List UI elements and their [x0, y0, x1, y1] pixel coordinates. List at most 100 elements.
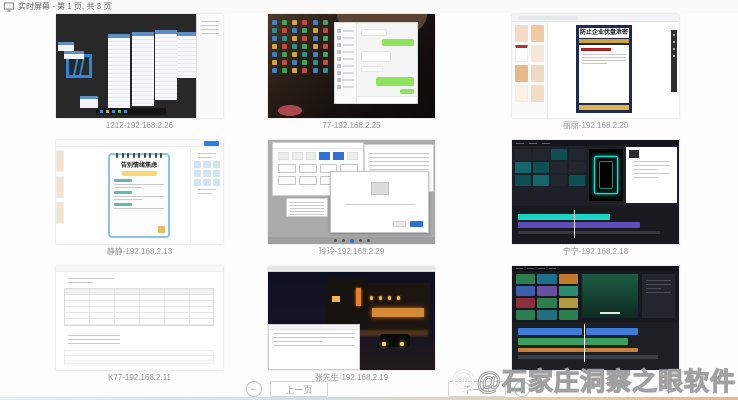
- screen-cell-3: 防止企业优盘泄密 丽丽-192.168.2.20: [512, 14, 679, 131]
- chat-pane: [357, 23, 417, 103]
- screen-caption: [512, 373, 679, 383]
- yellow-highlight: [122, 171, 157, 176]
- prev-page-arrow[interactable]: ←: [246, 381, 262, 397]
- poster-footer: [579, 105, 629, 110]
- document-toolbar: [56, 266, 223, 272]
- next-page-arrow[interactable]: →: [514, 381, 530, 397]
- note-section: [114, 179, 164, 188]
- screen-caption: 静静-192.168.2.13: [56, 247, 223, 257]
- timeline-clip: [586, 328, 638, 335]
- screen-cell-2: 77-192.168.2.25: [268, 14, 435, 131]
- screen-thumbnail-4[interactable]: 告别情绪焦虑: [56, 140, 223, 244]
- lit-shopfront: [372, 308, 424, 317]
- media-grid: [516, 274, 578, 318]
- timeline: [512, 206, 679, 244]
- screen-caption: K77-192.168.2.11: [56, 373, 223, 383]
- heading-lines: [68, 275, 114, 286]
- settings-panel: [642, 274, 675, 318]
- gold-bar: [579, 39, 629, 43]
- secondary-table: [64, 350, 214, 364]
- chat-bubble: [376, 77, 414, 86]
- cancel-button: [393, 221, 406, 227]
- document-window: [177, 32, 197, 78]
- screen-cell-4: 告别情绪焦虑 静静-192.168.2.13: [56, 140, 223, 257]
- export-panel: [626, 147, 677, 203]
- screen-thumbnail-1[interactable]: [56, 14, 223, 118]
- chat-bubble: [361, 29, 387, 36]
- prev-page-button[interactable]: 上一页: [270, 381, 328, 397]
- desk-object: [278, 105, 302, 116]
- overlay-window: [268, 324, 360, 370]
- screen-cell-5: 玲玲-192.168.2.29: [268, 140, 435, 257]
- document-window: [155, 30, 177, 100]
- prev-page-group: ← 上一页: [246, 381, 328, 397]
- sticker: [158, 226, 165, 233]
- screen-caption: 77-192.168.2.25: [268, 121, 435, 131]
- screen-cell-8: 张先生-192.168.2.19: [268, 266, 435, 383]
- screen-thumbnail-6[interactable]: [512, 140, 679, 244]
- template-strip: [56, 150, 64, 230]
- screen-cell-1: 1212-192.168.2.26: [56, 14, 223, 131]
- note-section: [114, 191, 164, 200]
- spiral-binding: [116, 153, 162, 158]
- neon-frame: [594, 156, 618, 194]
- chat-bubble: [382, 39, 414, 46]
- confirm-button: [410, 221, 423, 227]
- chat-bubble: [361, 51, 391, 62]
- taskbar: [268, 237, 435, 244]
- next-page-button[interactable]: 下一页: [448, 381, 506, 397]
- poster-body: [579, 45, 629, 103]
- screen-cell-7: K77-192.168.2.11: [56, 266, 223, 383]
- screen-thumbnail-2[interactable]: [268, 14, 435, 118]
- screen-caption: 1212-192.168.2.26: [56, 121, 223, 131]
- screen-icon: [4, 2, 14, 12]
- browser-toolbar: [512, 14, 679, 22]
- poster-title: 告别情绪焦虑: [114, 160, 164, 169]
- body-lines: [64, 332, 124, 347]
- screen-caption: 玲玲-192.168.2.29: [268, 247, 435, 257]
- media-grid: [515, 149, 585, 201]
- screen-thumbnail-5[interactable]: [268, 140, 435, 244]
- screen-cell-9: [512, 266, 679, 383]
- editor-toolbar: [56, 140, 223, 147]
- screen-thumbnail-9[interactable]: [512, 266, 679, 370]
- window-titlebar: [268, 266, 435, 272]
- template-sidebar: [512, 22, 548, 118]
- document-window: [132, 32, 154, 106]
- screen-caption: 宁宁-192.168.2.18: [512, 247, 679, 257]
- desktop-icon-grid: [272, 20, 330, 94]
- lantern-row: [370, 296, 400, 300]
- screen-thumbnail-3[interactable]: 防止企业优盘泄密: [512, 14, 679, 118]
- dialog-window: [330, 171, 429, 233]
- dropdown-list: [286, 198, 328, 217]
- headlight: [382, 342, 386, 346]
- poster-title: 防止企业优盘泄密: [579, 28, 629, 38]
- screen-thumbnail-7[interactable]: [56, 266, 223, 370]
- red-heading: [581, 48, 611, 51]
- document-window: [108, 34, 130, 112]
- chat-bubble: [400, 89, 414, 94]
- security-poster: 防止企业优盘泄密: [576, 25, 632, 113]
- headlight: [400, 342, 404, 346]
- timeline-clip: [518, 348, 638, 352]
- screen-thumbnail-8[interactable]: [268, 266, 435, 370]
- video-preview: [589, 149, 623, 201]
- title-bar: 实时屏幕 - 第 1 页, 共 3 页: [0, 0, 738, 13]
- properties-panel: [190, 147, 223, 244]
- timeline-track: [518, 355, 658, 359]
- screen-caption: 丽丽-192.168.2.20: [512, 121, 679, 131]
- right-toolbar: [671, 30, 677, 92]
- screen-cell-6: 宁宁-192.168.2.18: [512, 140, 679, 257]
- monitoring-app-window: 实时屏幕 - 第 1 页, 共 3 页 1212-192.168.2.26: [0, 0, 738, 400]
- side-panel: [196, 14, 223, 118]
- mini-dialog: [80, 96, 98, 108]
- mini-window: [64, 51, 84, 59]
- contact-list: [335, 23, 357, 103]
- taskbar: [96, 108, 166, 115]
- timeline-clip: [518, 338, 628, 345]
- image-placeholder: [371, 182, 389, 195]
- playhead: [574, 210, 575, 238]
- data-table: [64, 288, 214, 326]
- lit-window: [332, 296, 340, 302]
- mini-window: [58, 42, 74, 51]
